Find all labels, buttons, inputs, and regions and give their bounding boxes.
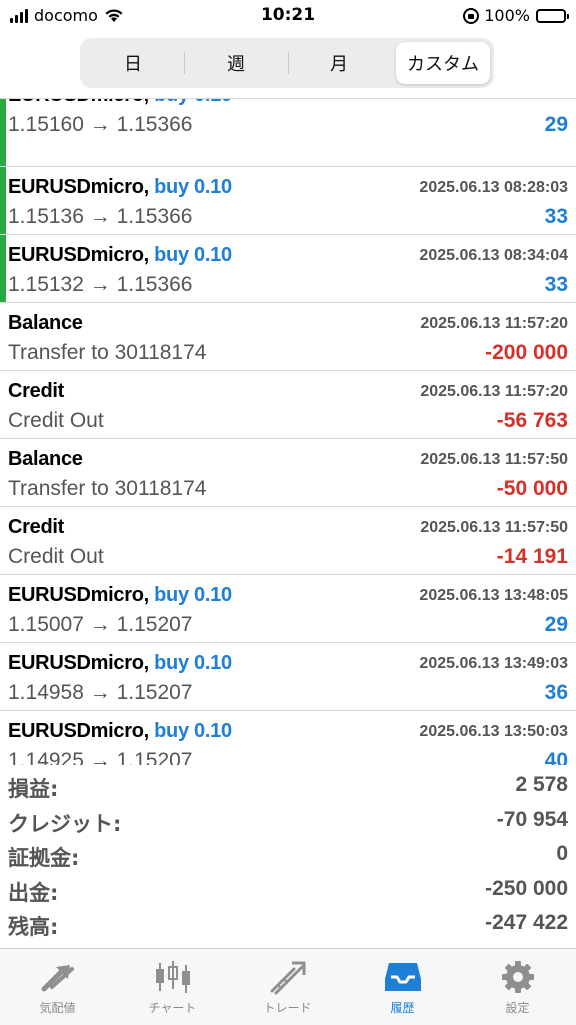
history-list[interactable]: EURUSDmicro, buy 0.10 1.15160 → 1.15366 …	[0, 98, 576, 765]
deal-prices: 1.14958 → 1.15207	[8, 681, 193, 704]
tab-label: 気配値	[39, 1001, 76, 1015]
deal-profit: 33	[544, 205, 568, 228]
segment-day[interactable]: 日	[84, 42, 182, 84]
deal-row[interactable]: Credit 2025.06.13 11:57:50 Credit Out -1…	[0, 507, 576, 575]
summary-value: -247 422	[485, 911, 568, 934]
summary-label: クレジット:	[8, 811, 122, 836]
deal-row[interactable]: EURUSDmicro, buy 0.10 2025.06.13 13:49:0…	[0, 643, 576, 711]
settings-icon	[501, 961, 534, 993]
tab-label: 設定	[505, 1001, 530, 1015]
deal-title: Balance	[8, 312, 83, 334]
tab-label: 履歴	[390, 1001, 415, 1015]
deal-time: 2025.06.13 13:50:03	[419, 723, 568, 740]
deal-row[interactable]: EURUSDmicro, buy 0.10 2025.06.13 13:48:0…	[0, 575, 576, 643]
summary-label: 証拠金:	[8, 846, 80, 870]
deal-title: EURUSDmicro, buy 0.10	[8, 99, 232, 107]
deal-prices: 1.15160 → 1.15366	[8, 113, 193, 136]
deal-time: 2025.06.13 13:48:05	[419, 587, 568, 604]
segment-custom[interactable]: カスタム	[396, 42, 490, 84]
segment-month[interactable]: 月	[290, 42, 388, 84]
battery-icon	[536, 8, 569, 23]
tab-label: チャート	[148, 1001, 197, 1015]
summary-row-deposit: 証拠金: 0	[0, 839, 576, 874]
deal-row[interactable]: EURUSDmicro, buy 0.10 2025.06.13 08:34:0…	[0, 235, 576, 303]
summary-label: 出金:	[8, 880, 59, 905]
deal-row[interactable]: EURUSDmicro, buy 0.10 1.15160 → 1.15366 …	[0, 99, 576, 167]
summary-row-credit: クレジット: -70 954	[0, 805, 576, 840]
tab-trade[interactable]: トレード	[230, 949, 345, 1025]
deal-row[interactable]: Balance 2025.06.13 11:57:20 Transfer to …	[0, 303, 576, 371]
trade-icon	[270, 961, 305, 995]
deal-row[interactable]: EURUSDmicro, buy 0.10 2025.06.13 13:50:0…	[0, 711, 576, 765]
deal-comment: Transfer to 30118174	[8, 477, 207, 500]
summary-row-balance: 残高: -247 422	[0, 908, 576, 943]
deal-profit: 36	[544, 681, 568, 704]
tab-quotes[interactable]: 気配値	[0, 949, 115, 1025]
wifi-icon	[105, 9, 123, 22]
status-bar: docomo 10:21 100%	[0, 0, 576, 34]
deal-time: 2025.06.13 11:57:50	[420, 519, 568, 536]
deal-profit: -14 191	[496, 545, 568, 568]
deal-prices: 1.15136 → 1.15366	[8, 205, 193, 228]
battery-percent: 100%	[484, 6, 530, 25]
deal-title: EURUSDmicro, buy 0.10	[8, 720, 232, 742]
carrier-group: docomo	[10, 6, 124, 25]
deal-row[interactable]: EURUSDmicro, buy 0.10 2025.06.13 08:28:0…	[0, 167, 576, 235]
tab-history[interactable]: 履歴	[345, 949, 460, 1025]
orientation-lock-icon	[463, 7, 480, 24]
deal-title: Balance	[8, 448, 83, 470]
summary-value: 2 578	[515, 773, 568, 796]
period-segmented-control: 日 週 月 カスタム	[80, 38, 494, 88]
deal-profit: 40	[544, 749, 568, 765]
deal-prices: 1.15007 → 1.15207	[8, 613, 193, 636]
deal-profit: 33	[544, 273, 568, 296]
tab-chart[interactable]: チャート	[115, 949, 230, 1025]
deal-profit: -56 763	[496, 409, 568, 432]
carrier-name: docomo	[34, 6, 98, 25]
summary-value: -70 954	[496, 807, 568, 831]
segment-week[interactable]: 週	[186, 42, 286, 84]
summary-label: 残高:	[8, 915, 59, 939]
deal-time: 2025.06.13 13:49:03	[419, 655, 568, 672]
deal-profit: -200 000	[485, 341, 568, 364]
deal-row[interactable]: Credit 2025.06.13 11:57:20 Credit Out -5…	[0, 371, 576, 439]
deal-time: 2025.06.13 11:57:50	[420, 451, 568, 468]
signal-icon	[10, 8, 28, 23]
deal-time: 2025.06.13 08:28:03	[419, 179, 568, 196]
deal-title: EURUSDmicro, buy 0.10	[8, 176, 232, 198]
bottom-tab-bar: 気配値 チャート トレード 履歴 設定	[0, 948, 576, 1025]
summary-row-profit: 損益: 2 578	[0, 770, 576, 805]
deal-prices: 1.14925 → 1.15207	[8, 749, 193, 765]
deal-profit: -50 000	[496, 477, 568, 500]
quotes-icon	[41, 965, 74, 992]
deal-profit: 29	[544, 113, 568, 136]
deal-title: EURUSDmicro, buy 0.10	[8, 584, 232, 606]
deal-time: 2025.06.13 11:57:20	[420, 315, 568, 332]
deal-comment: Credit Out	[8, 409, 104, 432]
deal-comment: Transfer to 30118174	[8, 341, 207, 364]
deal-prices: 1.15132 → 1.15366	[8, 273, 193, 296]
deal-row[interactable]: Balance 2025.06.13 11:57:50 Transfer to …	[0, 439, 576, 507]
deal-title: EURUSDmicro, buy 0.10	[8, 652, 232, 674]
history-icon	[384, 963, 421, 991]
deal-time: 2025.06.13 11:57:20	[420, 383, 568, 400]
deal-profit: 29	[544, 613, 568, 636]
segment-divider	[288, 52, 289, 74]
deal-title: Credit	[8, 380, 64, 402]
segment-divider	[184, 52, 185, 74]
summary-row-withdrawal: 出金: -250 000	[0, 874, 576, 909]
deal-title: EURUSDmicro, buy 0.10	[8, 244, 232, 266]
summary-value: 0	[556, 842, 568, 865]
battery-group: 100%	[463, 6, 569, 25]
summary-panel: 損益: 2 578 クレジット: -70 954 証拠金: 0 出金: -250…	[0, 770, 576, 943]
tab-settings[interactable]: 設定	[460, 949, 575, 1025]
deal-title: Credit	[8, 516, 64, 538]
deal-time: 2025.06.13 08:34:04	[419, 247, 568, 264]
deal-comment: Credit Out	[8, 545, 104, 568]
summary-label: 損益:	[8, 777, 59, 801]
summary-value: -250 000	[485, 876, 568, 900]
tab-label: トレード	[263, 1001, 312, 1015]
chart-icon	[155, 961, 190, 993]
